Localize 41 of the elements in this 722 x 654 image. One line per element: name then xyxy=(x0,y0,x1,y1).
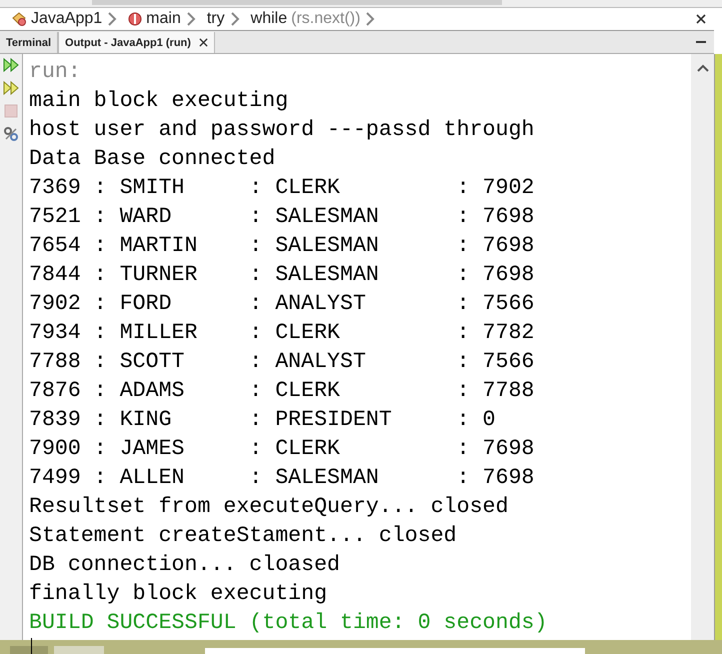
breadcrumb-item[interactable]: JavaApp1 xyxy=(8,10,106,28)
output-line: 7788 : SCOTT : ANALYST : 7566 xyxy=(29,349,536,376)
chevron-icon xyxy=(186,11,196,27)
rerun-icon[interactable] xyxy=(3,57,19,73)
chevron-icon xyxy=(230,11,240,27)
breadcrumb-item[interactable]: while (rs.next()) xyxy=(248,10,364,28)
output-line: 7876 : ADAMS : CLERK : 7788 xyxy=(29,378,536,405)
rerun-with-icon[interactable] xyxy=(3,80,19,96)
output-line: 7844 : TURNER : SALESMAN : 7698 xyxy=(29,262,536,289)
method-icon xyxy=(128,12,142,26)
settings-icon[interactable] xyxy=(3,126,19,142)
output-line: main block executing xyxy=(29,88,290,115)
output-line: 7839 : KING : PRESIDENT : 0 xyxy=(29,407,497,434)
tab[interactable]: Output - JavaApp1 (run) xyxy=(58,32,215,53)
output-line: run: xyxy=(29,59,82,86)
output-line: Statement createStament... closed xyxy=(29,523,458,550)
output-line: Data Base connected xyxy=(29,146,276,173)
output-line: 7900 : JAMES : CLERK : 7698 xyxy=(29,436,536,463)
output-line: 7902 : FORD : ANALYST : 7566 xyxy=(29,291,536,318)
project-icon xyxy=(11,11,27,27)
text-cursor xyxy=(31,638,32,654)
output-line: 7369 : SMITH : CLERK : 7902 xyxy=(29,175,536,202)
output-line: Resultset from executeQuery... closed xyxy=(29,494,510,521)
chevron-icon xyxy=(365,11,376,27)
breadcrumb-item[interactable]: try xyxy=(204,10,228,28)
taskbar-button[interactable] xyxy=(10,646,48,654)
output-line: finally block executing xyxy=(29,581,328,608)
close-icon[interactable] xyxy=(198,38,208,47)
taskbar-field[interactable] xyxy=(205,648,585,654)
output-line: DB connection... cloased xyxy=(29,552,342,579)
chevron-icon xyxy=(107,11,118,27)
output-line: 7934 : MILLER : CLERK : 7782 xyxy=(29,320,536,347)
output-line: 7499 : ALLEN : SALESMAN : 7698 xyxy=(29,465,536,492)
output-line: 7521 : WARD : SALESMAN : 7698 xyxy=(29,204,536,231)
close-icon[interactable] xyxy=(696,14,706,24)
output-line: 7654 : MARTIN : SALESMAN : 7698 xyxy=(29,233,536,260)
breadcrumb-item[interactable]: main xyxy=(125,10,184,28)
scroll-up-icon[interactable] xyxy=(696,64,708,72)
output-line: BUILD SUCCESSFUL (total time: 0 seconds) xyxy=(29,610,548,637)
scrollbar-thumb[interactable] xyxy=(92,0,502,5)
output-line: host user and password ---passd through xyxy=(29,117,536,144)
